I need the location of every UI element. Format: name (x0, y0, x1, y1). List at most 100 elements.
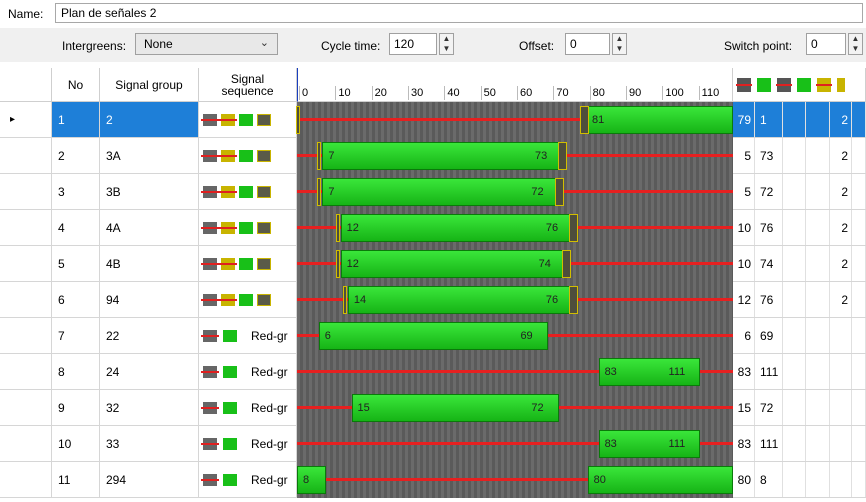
row-signal-group: 2 (100, 102, 199, 138)
switch-point-input[interactable]: 0 (806, 33, 846, 55)
name-label: Name: (8, 7, 44, 21)
row-signal-sequence[interactable]: Red-gr (199, 318, 297, 354)
table-row[interactable]: 8 24 Red-gr 83 111 83 111 (0, 354, 866, 390)
table-row[interactable]: 3 3B 7 72 5 72 2 (0, 174, 866, 210)
sequence-name: Red-gr (251, 365, 288, 379)
green-start-value: 5 (733, 174, 755, 210)
table-row[interactable]: 5 4B 12 74 10 74 2 (0, 246, 866, 282)
table-row[interactable]: ▸ 1 2 81 79 1 2 (0, 102, 866, 138)
col-sequence-header[interactable]: Signal sequence (199, 68, 297, 102)
green-end-label: 76 (545, 222, 559, 234)
name-field[interactable]: Plan de señales 2 (55, 3, 863, 23)
green-phase-bar[interactable]: 7 73 (322, 142, 563, 170)
amber-phase-marker[interactable] (569, 214, 579, 242)
row-header[interactable] (0, 246, 52, 282)
green-phase-bar[interactable]: 14 76 (347, 286, 574, 314)
timeline-cell[interactable]: 7 73 (297, 138, 733, 174)
row-no: 4 (52, 210, 100, 246)
table-row[interactable]: 10 33 Red-gr 83 111 83 111 (0, 426, 866, 462)
col-group-header[interactable]: Signal group (100, 68, 199, 102)
timeline-cell[interactable]: 83 111 (297, 354, 733, 390)
timeline-cell[interactable]: 81 (295, 102, 733, 138)
row-signal-group: 33 (100, 426, 199, 462)
green-phase-bar[interactable]: 6 69 (318, 322, 548, 350)
intergreens-select[interactable]: None ⌄ (135, 33, 278, 55)
row-header[interactable] (0, 318, 52, 354)
amber-phase-marker[interactable] (561, 250, 571, 278)
intergreen-value (830, 426, 852, 462)
redamber-phase-marker[interactable] (342, 286, 347, 314)
redamber-phase-marker[interactable] (317, 142, 322, 170)
row-signal-sequence[interactable] (199, 102, 297, 138)
row-signal-sequence[interactable]: Red-gr (199, 390, 297, 426)
row-header[interactable] (0, 426, 52, 462)
timeline-cell[interactable]: 12 74 (297, 246, 733, 282)
row-header[interactable] (0, 390, 52, 426)
green-phase-bar[interactable]: 83 111 (598, 430, 701, 458)
row-header[interactable] (0, 354, 52, 390)
blank-value-2 (806, 102, 830, 138)
table-row[interactable]: 11 294 Red-gr 8 80 80 8 (0, 462, 866, 498)
amber-phase-marker[interactable] (569, 286, 579, 314)
row-signal-sequence[interactable] (199, 138, 297, 174)
table-row[interactable]: 6 94 14 76 12 76 2 (0, 282, 866, 318)
offset-spinner[interactable]: ▲ ▼ (612, 33, 627, 55)
row-signal-sequence[interactable]: Red-gr (199, 426, 297, 462)
green-end-value: 111 (755, 426, 783, 462)
green-phase-bar[interactable]: 7 72 (322, 178, 559, 206)
table-row[interactable]: 9 32 Red-gr 15 72 15 72 (0, 390, 866, 426)
col-no-header[interactable]: No (52, 68, 100, 102)
timeline-cell[interactable]: 14 76 (297, 282, 733, 318)
blank-value-3 (852, 354, 866, 390)
table-row[interactable]: 4 4A 12 76 10 76 2 (0, 210, 866, 246)
green-phase-bar[interactable]: 8 (297, 466, 327, 494)
row-no: 6 (52, 282, 100, 318)
row-signal-sequence[interactable] (199, 246, 297, 282)
row-signal-sequence[interactable] (199, 174, 297, 210)
blank-value-3 (852, 390, 866, 426)
amber-phase-marker[interactable] (554, 178, 564, 206)
row-header[interactable] (0, 462, 52, 498)
amber-phase-marker[interactable] (558, 142, 568, 170)
timeline-cell[interactable]: 83 111 (297, 426, 733, 462)
row-signal-sequence[interactable] (199, 282, 297, 318)
green-start-label: 14 (353, 294, 367, 306)
blank-value-3 (852, 174, 866, 210)
table-row[interactable]: 7 22 Red-gr 6 69 6 69 (0, 318, 866, 354)
timeline-cell[interactable]: 6 69 (297, 318, 733, 354)
amber-icon (257, 186, 271, 198)
row-header[interactable] (0, 282, 52, 318)
timeline-cell[interactable]: 15 72 (297, 390, 733, 426)
redamber-phase-marker[interactable] (335, 214, 340, 242)
timeline-cell[interactable]: 7 72 (297, 174, 733, 210)
row-signal-sequence[interactable]: Red-gr (199, 354, 297, 390)
redamber-icon (219, 258, 237, 270)
redamber-phase-marker[interactable] (295, 106, 300, 134)
row-header[interactable] (0, 210, 52, 246)
cycle-time-spinner[interactable]: ▲ ▼ (439, 33, 454, 55)
row-header[interactable] (0, 138, 52, 174)
green-start-value: 5 (733, 138, 755, 174)
green-phase-bar[interactable]: 12 74 (340, 250, 566, 278)
green-phase-bar[interactable]: 12 76 (340, 214, 574, 242)
row-no: 9 (52, 390, 100, 426)
green-phase-bar[interactable]: 81 (586, 106, 733, 134)
row-signal-sequence[interactable]: Red-gr (199, 462, 297, 498)
green-phase-bar[interactable]: 83 111 (598, 358, 701, 386)
timeline-cell[interactable]: 8 80 (297, 462, 733, 498)
row-header[interactable] (0, 174, 52, 210)
row-header[interactable]: ▸ (0, 102, 52, 138)
cycle-time-input[interactable]: 120 (389, 33, 437, 55)
offset-input[interactable]: 0 (565, 33, 610, 55)
switch-point-spinner[interactable]: ▲ ▼ (848, 33, 863, 55)
timeline-cell[interactable]: 12 76 (297, 210, 733, 246)
redamber-phase-marker[interactable] (335, 250, 340, 278)
amber-phase-marker[interactable] (580, 106, 590, 134)
row-signal-sequence[interactable] (199, 210, 297, 246)
redamber-phase-marker[interactable] (317, 178, 322, 206)
green-phase-bar[interactable]: 80 (587, 466, 733, 494)
green-icon (223, 438, 237, 450)
green-phase-bar[interactable]: 15 72 (351, 394, 559, 422)
table-row[interactable]: 2 3A 7 73 5 73 2 (0, 138, 866, 174)
sequence-name: Red-gr (251, 437, 288, 451)
